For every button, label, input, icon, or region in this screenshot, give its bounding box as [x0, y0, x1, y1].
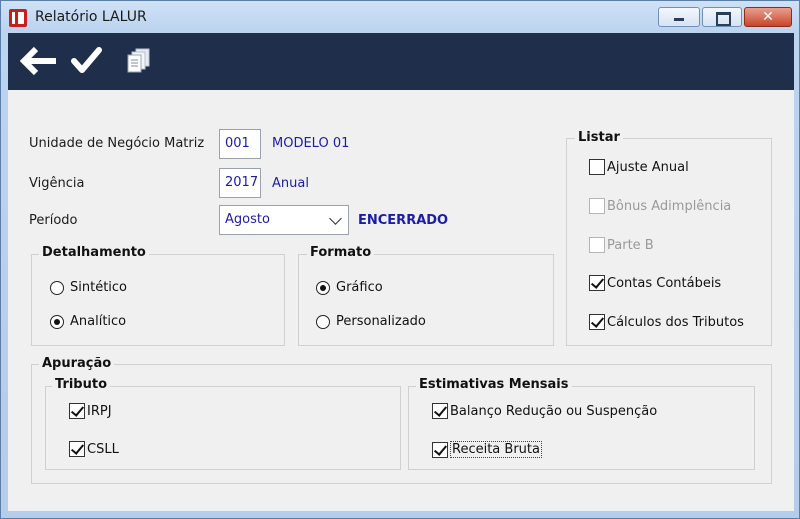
- radio-analitico-indicator[interactable]: [50, 314, 64, 329]
- period-status: ENCERRADO: [358, 213, 449, 228]
- unit-code-field[interactable]: 001: [219, 129, 261, 159]
- app-window: Relatório LALUR ✕ Unidade de Negócio Mat…: [0, 0, 800, 519]
- radio-grafico[interactable]: Gráfico: [316, 280, 383, 295]
- radio-personalizado-indicator[interactable]: [316, 314, 330, 329]
- check-bonus-adimplencia-label: Bônus Adimplência: [607, 198, 732, 214]
- check-calculos-tributos-box[interactable]: [589, 314, 605, 330]
- check-receita-bruta-box[interactable]: [432, 441, 448, 458]
- check-contas-contabeis-label: Contas Contábeis: [607, 275, 722, 291]
- check-irpj[interactable]: IRPJ: [69, 403, 112, 419]
- documents-icon: [127, 48, 150, 73]
- radio-analitico-label: Analítico: [70, 314, 127, 329]
- confirm-button[interactable]: [70, 46, 104, 76]
- check-contas-contabeis[interactable]: Contas Contábeis: [589, 275, 721, 291]
- check-bonus-adimplencia-box: [589, 198, 605, 214]
- back-arrow-icon: [19, 46, 56, 76]
- radio-grafico-indicator[interactable]: [316, 280, 330, 295]
- radio-personalizado[interactable]: Personalizado: [316, 314, 426, 329]
- check-parte-b-label: Parte B: [607, 237, 654, 253]
- check-receita-bruta[interactable]: Receita Bruta: [432, 441, 542, 458]
- detalhamento-title: Detalhamento: [39, 245, 149, 260]
- check-irpj-label: IRPJ: [87, 403, 112, 419]
- vigencia-type: Anual: [272, 176, 309, 191]
- period-label: Período: [29, 213, 78, 228]
- minimize-button[interactable]: [658, 7, 700, 27]
- estimativas-title: Estimativas Mensais: [416, 377, 572, 392]
- check-contas-contabeis-box[interactable]: [589, 275, 605, 291]
- checkmark-icon: [71, 47, 102, 73]
- detalhamento-group: [31, 254, 285, 346]
- app-logo-icon: [9, 9, 27, 27]
- chevron-down-icon: [329, 212, 342, 225]
- check-ajuste-anual-label: Ajuste Anual: [607, 159, 689, 175]
- unit-name: MODELO 01: [272, 136, 350, 151]
- check-balanco-reducao-box[interactable]: [432, 403, 448, 419]
- vigencia-year-field[interactable]: 2017: [219, 168, 261, 198]
- check-csll[interactable]: CSLL: [69, 441, 119, 457]
- window-title: Relatório LALUR: [35, 9, 147, 25]
- radio-grafico-label: Gráfico: [336, 280, 383, 295]
- vigencia-label: Vigência: [29, 176, 85, 191]
- period-select[interactable]: Agosto: [219, 205, 349, 235]
- period-value: Agosto: [225, 212, 270, 227]
- apuracao-title: Apuração: [39, 356, 115, 371]
- radio-sintetico-indicator[interactable]: [50, 280, 64, 295]
- maximize-button[interactable]: [702, 7, 742, 27]
- check-calculos-tributos[interactable]: Cálculos dos Tributos: [589, 314, 744, 330]
- close-button[interactable]: ✕: [744, 7, 792, 27]
- tributo-title: Tributo: [52, 377, 111, 392]
- check-csll-box[interactable]: [69, 441, 85, 457]
- radio-personalizado-label: Personalizado: [336, 314, 426, 329]
- check-parte-b-box: [589, 237, 605, 253]
- check-receita-bruta-label: Receita Bruta: [450, 441, 542, 458]
- check-bonus-adimplencia: Bônus Adimplência: [589, 198, 731, 214]
- check-irpj-box[interactable]: [69, 403, 85, 419]
- check-calculos-tributos-label: Cálculos dos Tributos: [607, 314, 744, 330]
- check-balanco-reducao-label: Balanço Redução ou Suspenção: [450, 403, 658, 419]
- toolbar: [8, 33, 794, 90]
- check-balanco-reducao[interactable]: Balanço Redução ou Suspenção: [432, 403, 657, 419]
- back-button[interactable]: [19, 46, 58, 76]
- formato-group: [298, 254, 554, 346]
- radio-analitico[interactable]: Analítico: [50, 314, 126, 329]
- close-icon: ✕: [762, 9, 774, 25]
- formato-title: Formato: [307, 245, 375, 260]
- documents-button[interactable]: [124, 46, 156, 76]
- check-csll-label: CSLL: [87, 441, 119, 457]
- radio-sintetico-label: Sintético: [70, 280, 128, 295]
- listar-title: Listar: [575, 130, 623, 145]
- check-parte-b: Parte B: [589, 237, 654, 253]
- title-bar[interactable]: Relatório LALUR ✕: [1, 1, 799, 33]
- unit-label: Unidade de Negócio Matriz: [29, 136, 205, 151]
- check-ajuste-anual-box[interactable]: [589, 159, 605, 175]
- content-panel: Unidade de Negócio Matriz 001 MODELO 01 …: [8, 90, 794, 511]
- radio-sintetico[interactable]: Sintético: [50, 280, 127, 295]
- check-ajuste-anual[interactable]: Ajuste Anual: [589, 159, 689, 175]
- tributo-group: [45, 386, 401, 470]
